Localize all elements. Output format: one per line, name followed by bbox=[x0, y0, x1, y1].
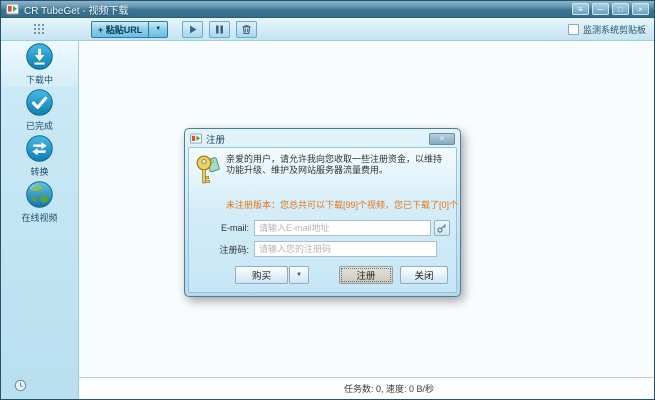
pause-download-button[interactable] bbox=[209, 21, 230, 38]
grip-handle-icon[interactable] bbox=[33, 23, 45, 36]
dialog-close-button[interactable]: × bbox=[429, 133, 455, 145]
dialog-close-action-button[interactable]: 关闭 bbox=[400, 266, 448, 284]
trash-icon bbox=[241, 24, 252, 35]
dialog-icon bbox=[190, 133, 202, 144]
play-icon bbox=[187, 24, 198, 35]
status-text: 任务数: 0, 速度: 0 B/秒 bbox=[344, 382, 434, 395]
paste-url-button[interactable]: + 粘贴URL bbox=[91, 21, 149, 38]
delete-task-button[interactable] bbox=[236, 21, 257, 38]
check-icon bbox=[25, 88, 54, 117]
clock-icon[interactable] bbox=[14, 379, 27, 392]
minimize-button[interactable]: ─ bbox=[592, 3, 609, 15]
key-icon-small bbox=[437, 223, 447, 233]
register-dialog: 注册 × 亲爱的 bbox=[184, 128, 461, 297]
sidebar-item-label: 已完成 bbox=[26, 119, 53, 132]
window-title: CR TubeGet - 视频下载 bbox=[24, 2, 128, 17]
sidebar-item-label: 下载中 bbox=[26, 73, 53, 86]
paste-url-dropdown[interactable]: ▼ bbox=[149, 21, 168, 38]
monitor-clipboard-checkbox[interactable]: 监测系统剪贴板 bbox=[568, 23, 646, 36]
sidebar-item-label: 在线视频 bbox=[21, 211, 57, 224]
paste-url-group: + 粘贴URL ▼ bbox=[91, 21, 168, 38]
dialog-titlebar[interactable]: 注册 × bbox=[188, 130, 457, 147]
register-button[interactable]: 注册 bbox=[339, 266, 393, 284]
email-field[interactable] bbox=[254, 220, 431, 236]
minimize-icon: ─ bbox=[598, 5, 604, 14]
checkbox-box[interactable] bbox=[568, 24, 579, 35]
dialog-body: 亲爱的用户，请允许我向您收取一些注册资金，以维持功能升级、维护及网站服务器流量费… bbox=[188, 147, 457, 293]
code-label: 注册码: bbox=[195, 243, 249, 256]
checkbox-label: 监测系统剪贴板 bbox=[583, 23, 646, 36]
sidebar-item-downloading[interactable]: 下载中 bbox=[1, 41, 78, 87]
window-controls: ≡ ─ □ × bbox=[572, 3, 649, 15]
titlebar[interactable]: CR TubeGet - 视频下载 ≡ ─ □ × bbox=[1, 1, 654, 18]
chevron-down-icon: ▼ bbox=[155, 26, 161, 32]
dialog-title: 注册 bbox=[206, 132, 225, 146]
maximize-button[interactable]: □ bbox=[612, 3, 629, 15]
menu-icon: ≡ bbox=[578, 5, 583, 14]
start-download-button[interactable] bbox=[182, 21, 203, 38]
download-icon bbox=[25, 42, 54, 71]
toolbar: + 粘贴URL ▼ 监测系统剪贴板 bbox=[1, 18, 654, 41]
menu-button[interactable]: ≡ bbox=[572, 3, 589, 15]
register-form: E-mail: 注册码: bbox=[195, 220, 450, 257]
app-window: CR TubeGet - 视频下载 ≡ ─ □ × + 粘贴URL ▼ 监测系统… bbox=[0, 0, 655, 400]
dialog-message: 亲爱的用户，请允许我向您收取一些注册资金，以维持功能升级、维护及网站服务器流量费… bbox=[226, 153, 450, 194]
maximize-icon: □ bbox=[618, 5, 623, 14]
statusbar: 任务数: 0, 速度: 0 B/秒 bbox=[79, 377, 654, 399]
buy-dropdown-button[interactable]: ▼ bbox=[289, 266, 309, 284]
sidebar-item-online-video[interactable]: 在线视频 bbox=[1, 179, 78, 225]
email-label: E-mail: bbox=[195, 223, 249, 233]
key-icon bbox=[195, 153, 221, 194]
unregistered-warning: 未注册版本：您总共可以下载[99]个视频，您已下载了[0]个 bbox=[226, 198, 450, 211]
app-icon bbox=[6, 3, 19, 15]
pause-icon bbox=[214, 24, 225, 35]
sidebar-item-convert[interactable]: 转换 bbox=[1, 133, 78, 179]
globe-icon bbox=[25, 180, 54, 209]
chevron-down-icon: ▼ bbox=[296, 272, 302, 278]
code-field[interactable] bbox=[254, 241, 437, 257]
close-icon: × bbox=[638, 5, 643, 14]
close-button[interactable]: × bbox=[632, 3, 649, 15]
convert-icon bbox=[25, 134, 54, 163]
sidebar: 下载中 已完成 转换 bbox=[1, 41, 79, 399]
close-icon: × bbox=[440, 135, 445, 143]
sidebar-item-completed[interactable]: 已完成 bbox=[1, 87, 78, 133]
sidebar-item-label: 转换 bbox=[30, 165, 48, 178]
dialog-buttons: 购买 ▼ 注册 关闭 bbox=[195, 266, 450, 284]
email-action-button[interactable] bbox=[434, 220, 450, 236]
buy-button[interactable]: 购买 bbox=[235, 266, 288, 284]
